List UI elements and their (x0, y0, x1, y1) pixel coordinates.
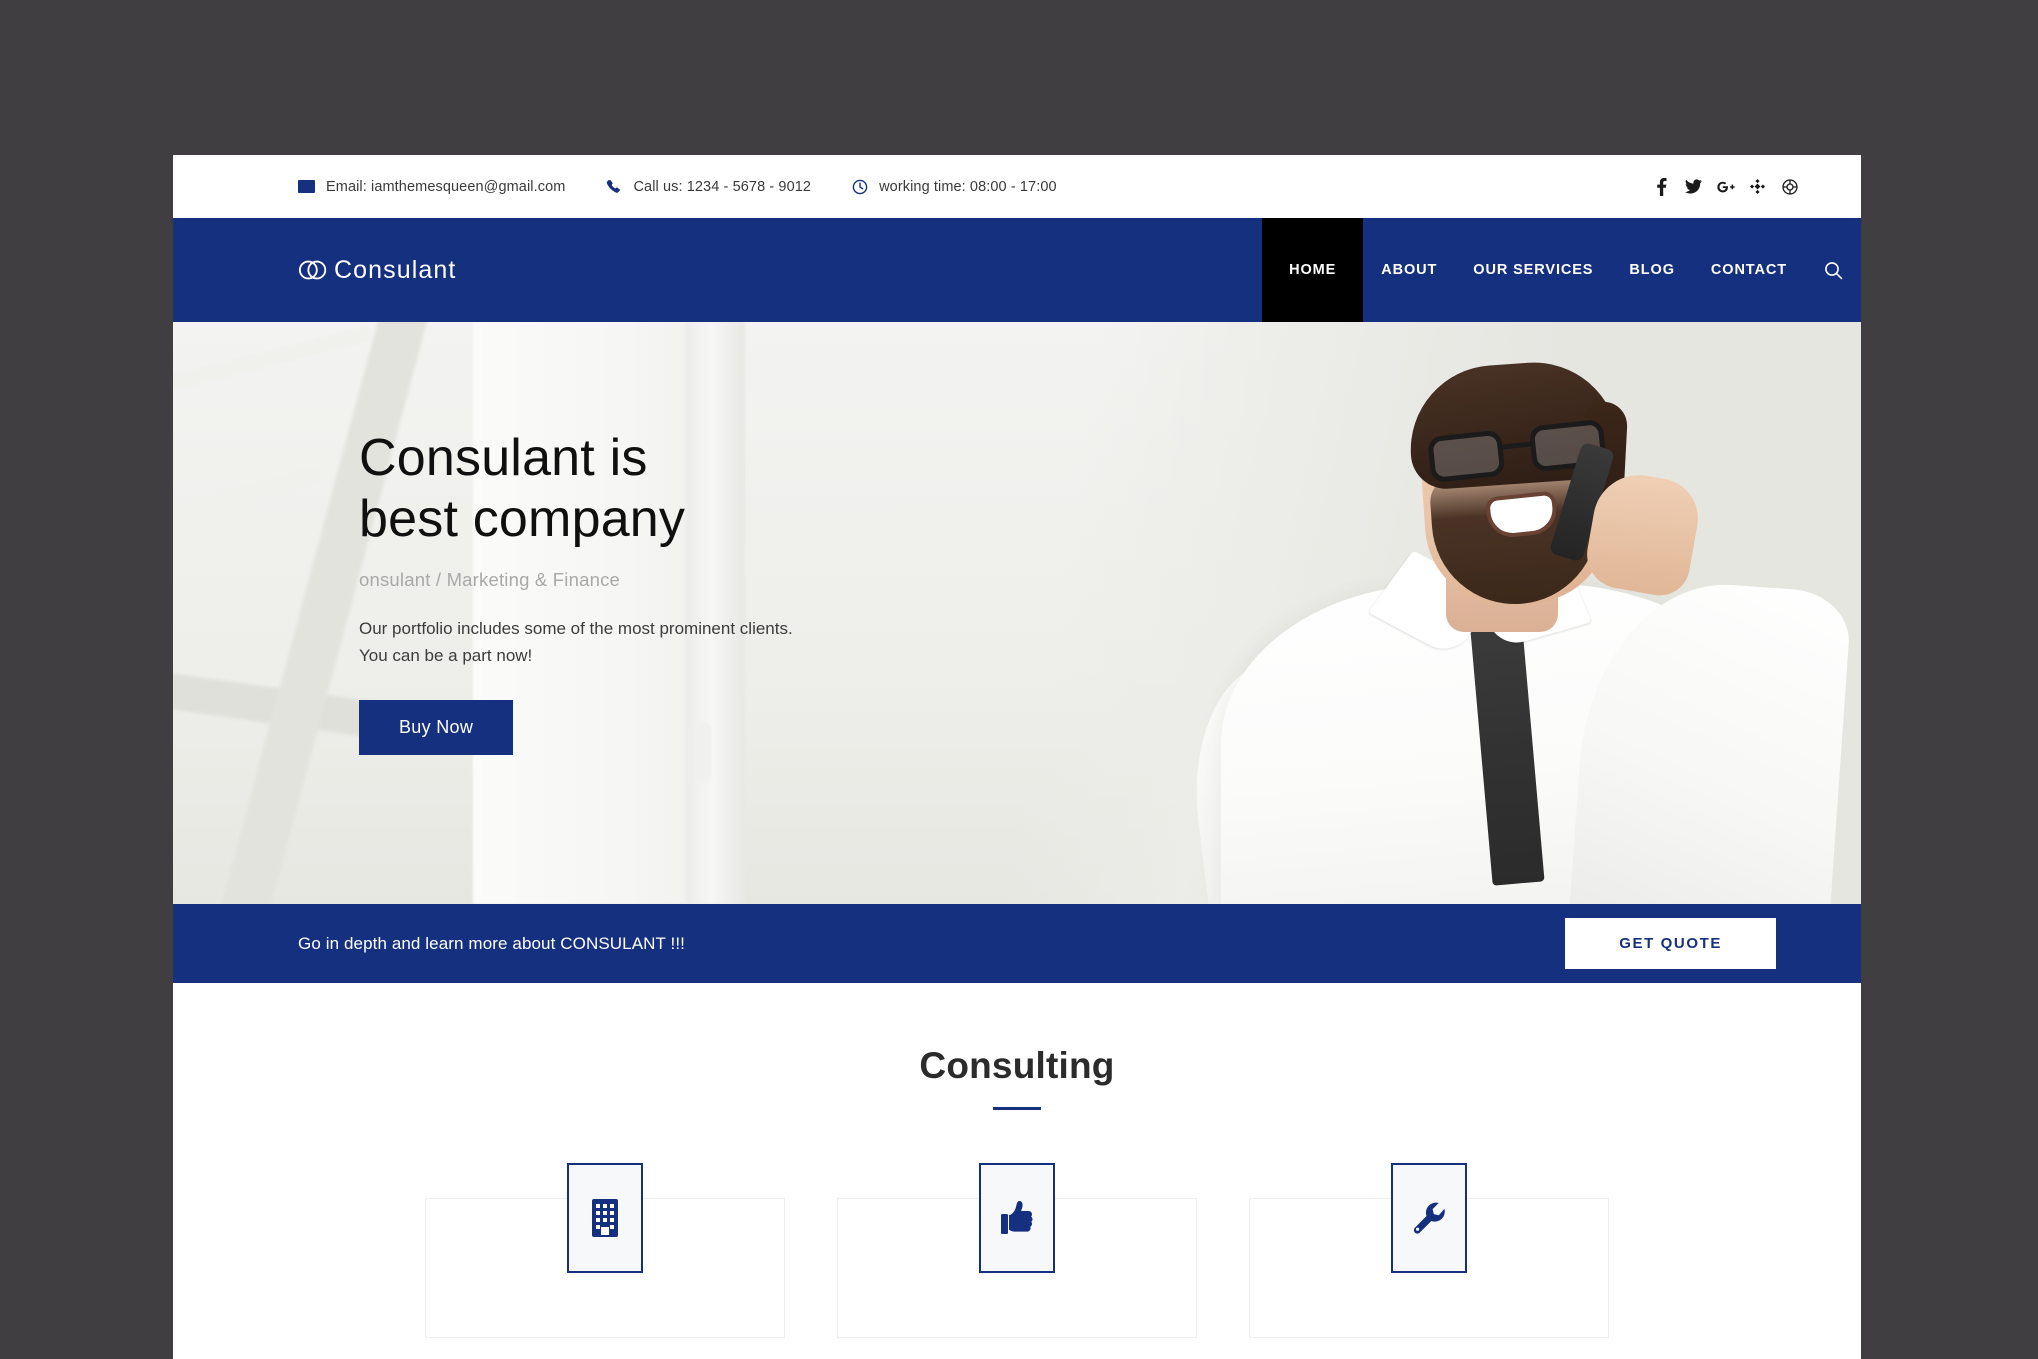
buy-now-button[interactable]: Buy Now (359, 700, 514, 756)
get-quote-button[interactable]: GET QUOTE (1565, 918, 1776, 969)
site-logo[interactable]: Consulant (298, 256, 456, 285)
service-card[interactable] (425, 1163, 785, 1338)
service-card[interactable] (837, 1163, 1197, 1338)
section-title-underline (993, 1107, 1041, 1110)
hero-paragraph: Our portfolio includes some of the most … (359, 615, 979, 670)
nav-item-blog[interactable]: BLOG (1611, 218, 1693, 322)
nav-item-home[interactable]: HOME (1262, 218, 1364, 322)
site-logo-text: Consulant (334, 255, 457, 284)
cta-strip: Go in depth and learn more about CONSULA… (173, 904, 1861, 983)
joomla-icon[interactable] (1748, 177, 1767, 196)
nav-item-about-label: ABOUT (1381, 262, 1438, 278)
topbar-email[interactable]: Email: iamthemesqueen@gmail.com (298, 178, 565, 195)
section-title: Consulting (919, 1045, 1115, 1086)
nav-item-blog-label: BLOG (1629, 262, 1675, 278)
topbar-phone[interactable]: Call us: 1234 - 5678 - 9012 (605, 178, 811, 195)
nav-item-home-label: HOME (1289, 262, 1337, 278)
search-icon[interactable] (1805, 218, 1861, 322)
hero-paragraph-line2: You can be a part now! (359, 646, 533, 666)
phone-icon (605, 178, 622, 195)
hero-subtitle: onsulant / Marketing & Finance (359, 568, 621, 590)
nav-item-our-services-label: OUR SERVICES (1473, 262, 1594, 278)
wrench-icon (1391, 1163, 1467, 1273)
social-links (1652, 177, 1821, 196)
facebook-icon[interactable] (1652, 177, 1671, 196)
cta-text: Go in depth and learn more about CONSULA… (298, 933, 685, 953)
top-info-bar: Email: iamthemesqueen@gmail.com Call us:… (173, 155, 1861, 218)
hero-title-line2: best company (359, 490, 686, 549)
service-cards (173, 1162, 1861, 1338)
topbar-hours: working time: 08:00 - 17:00 (851, 178, 1057, 195)
site-header: Consulant HOME ABOUT OUR SERVICES BLOG C… (173, 218, 1861, 322)
website-page: Email: iamthemesqueen@gmail.com Call us:… (173, 155, 1861, 1359)
nav-item-contact-label: CONTACT (1710, 262, 1787, 278)
nav-item-contact[interactable]: CONTACT (1693, 218, 1805, 322)
nav-item-our-services[interactable]: OUR SERVICES (1455, 218, 1611, 322)
screenshot-viewport: Email: iamthemesqueen@gmail.com Call us:… (0, 0, 2038, 1359)
hero-copy: Consulant is best company onsulant / Mar… (359, 428, 979, 756)
google-plus-icon[interactable] (1716, 177, 1735, 196)
dribbble-icon[interactable] (1780, 177, 1799, 196)
topbar-email-text: Email: iamthemesqueen@gmail.com (326, 178, 566, 195)
service-card[interactable] (1249, 1163, 1609, 1338)
consulting-section: Consulting (173, 983, 1861, 1338)
nav-item-about[interactable]: ABOUT (1363, 218, 1455, 322)
thumbs-up-icon (979, 1163, 1055, 1273)
main-navigation: HOME ABOUT OUR SERVICES BLOG CONTACT (1262, 218, 1861, 322)
rings-logo-icon (298, 257, 330, 283)
hero-banner: Consulant is best company onsulant / Mar… (173, 322, 1861, 904)
building-icon (567, 1163, 643, 1273)
businessman-photo (1161, 322, 1861, 904)
topbar-phone-text: Call us: 1234 - 5678 - 9012 (633, 178, 812, 195)
hero-title: Consulant is best company (359, 428, 979, 551)
hero-title-line1: Consulant is (359, 429, 648, 487)
hero-paragraph-line1: Our portfolio includes some of the most … (359, 618, 793, 638)
twitter-icon[interactable] (1684, 177, 1703, 196)
clock-icon (851, 178, 868, 195)
envelope-icon (298, 178, 315, 195)
topbar-hours-text: working time: 08:00 - 17:00 (879, 178, 1057, 195)
